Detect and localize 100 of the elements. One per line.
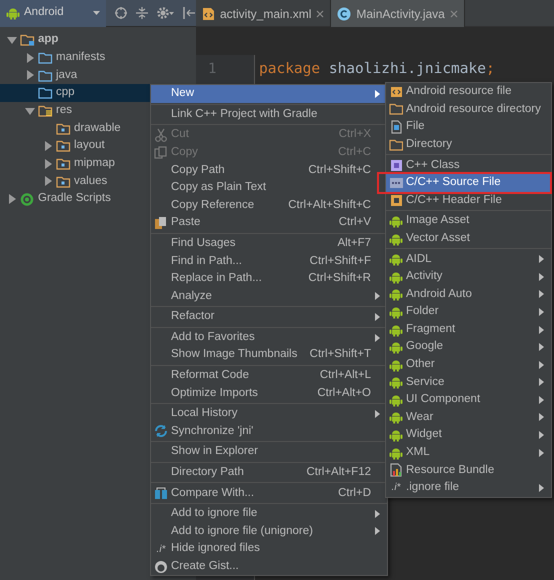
module-folder-icon (20, 33, 35, 46)
menu-item[interactable]: Optimize Imports Ctrl+Alt+O (151, 384, 387, 402)
resource-folder-icon (38, 104, 53, 118)
menu-item[interactable]: Add to ignore file (unignore) (151, 522, 387, 540)
resource-file-icon (389, 84, 403, 99)
xml-file-icon (202, 6, 215, 20)
menu-item[interactable]: Paste Ctrl+V (151, 214, 387, 232)
android-icon (6, 6, 20, 20)
menu-item[interactable]: Image Asset (386, 212, 551, 230)
code-line: package shaolizhi.jnicmake; (259, 61, 495, 77)
compare-icon (154, 486, 168, 500)
menu-item[interactable]: Local History (151, 405, 387, 423)
resource-folder-icon (56, 174, 71, 188)
collapsed-arrow-icon[interactable] (42, 140, 54, 152)
menu-item[interactable]: Widget (386, 426, 551, 444)
file-icon (389, 120, 403, 134)
menu-item[interactable]: Refactor (151, 308, 387, 326)
menu-item[interactable]: Activity (386, 268, 551, 286)
gradle-icon (20, 192, 35, 206)
android-icon (389, 270, 403, 284)
collapsed-arrow-icon[interactable] (42, 175, 54, 188)
menu-item[interactable]: Show Image Thumbnails Ctrl+Shift+T (151, 346, 387, 364)
collapsed-arrow-icon[interactable] (6, 193, 18, 206)
menu-item[interactable]: Android resource file (386, 83, 551, 101)
android-icon (389, 287, 403, 302)
collapsed-arrow-icon[interactable] (24, 52, 36, 64)
target-icon[interactable] (114, 6, 128, 20)
tree-item[interactable]: java (0, 66, 196, 84)
menu-item[interactable]: XML (386, 444, 551, 462)
android-icon (389, 304, 403, 319)
resource-folder-icon (56, 157, 71, 170)
menu-item[interactable]: Find Usages Alt+F7 (151, 234, 387, 252)
menu-item[interactable]: .i* .ignore file (386, 479, 551, 497)
android-icon (389, 446, 403, 460)
menu-item[interactable]: AIDL (386, 250, 551, 268)
resource-bundle-icon (389, 463, 403, 478)
menu-item[interactable]: Android Auto (386, 286, 551, 304)
android-icon (389, 214, 403, 228)
menu-item[interactable]: Find in Path... Ctrl+Shift+F (151, 252, 387, 270)
menu-item[interactable]: New (151, 85, 387, 103)
menu-item[interactable]: Resource Bundle (386, 461, 551, 480)
menu-item[interactable]: Copy as Plain Text (151, 178, 387, 197)
class-icon (389, 158, 403, 172)
menu-item[interactable]: Copy Path Ctrl+Shift+C (151, 161, 387, 179)
menu-item[interactable]: UI Component (386, 391, 551, 409)
menu-item[interactable]: Analyze (151, 288, 387, 306)
android-icon (389, 392, 403, 407)
menu-item[interactable]: Create Gist... (151, 558, 387, 576)
collapsed-arrow-icon[interactable] (42, 158, 54, 170)
clipboard-icon (154, 216, 168, 230)
menu-item[interactable]: Reformat Code Ctrl+Alt+L (151, 366, 387, 384)
header-file-icon (389, 193, 403, 208)
copy-icon (154, 146, 168, 160)
menu-item[interactable]: File (386, 118, 551, 136)
ignore-prefix: .i* (156, 542, 166, 557)
collapsed-arrow-icon[interactable] (24, 69, 36, 82)
hide-panel-icon[interactable] (182, 6, 196, 20)
menu-item[interactable]: Show in Explorer (151, 443, 387, 461)
tree-item[interactable]: app (0, 31, 196, 49)
menu-item[interactable]: Compare With... Ctrl+D (151, 484, 387, 502)
menu-item[interactable]: Add to ignore file (151, 505, 387, 523)
folder-icon (389, 138, 403, 152)
android-icon (389, 252, 403, 266)
resource-folder-icon (56, 122, 71, 135)
menu-item[interactable]: Directory (386, 136, 551, 154)
android-icon (389, 232, 403, 246)
view-dropdown[interactable]: Android (0, 0, 106, 26)
menu-item[interactable]: C++ Class (386, 156, 551, 174)
menu-item[interactable]: Android resource directory (386, 100, 551, 118)
menu-item[interactable]: C/C++ Header File (386, 192, 551, 210)
folder-icon (38, 51, 53, 64)
menu-item[interactable]: Service (386, 374, 551, 392)
menu-item[interactable]: Link C++ Project with Gradle (151, 106, 387, 124)
close-icon (316, 10, 324, 18)
menu-item[interactable]: Wear (386, 408, 551, 426)
resource-folder-icon (56, 139, 71, 152)
menu-item[interactable]: Vector Asset (386, 230, 551, 248)
android-icon (389, 375, 403, 390)
tree-item[interactable]: manifests (0, 48, 196, 66)
menu-item[interactable]: .i* Hide ignored files (151, 540, 387, 558)
gear-icon[interactable] (156, 6, 174, 20)
folder-icon (38, 68, 53, 82)
menu-item[interactable]: Synchronize 'jni' (151, 422, 387, 440)
collapse-icon[interactable] (136, 6, 148, 20)
menu-item[interactable]: Directory Path Ctrl+Alt+F12 (151, 464, 387, 482)
android-icon (389, 322, 403, 337)
android-icon (389, 340, 403, 354)
class-icon (337, 6, 352, 20)
menu-item[interactable]: Add to Favorites (151, 328, 387, 346)
menu-item[interactable]: Other (386, 356, 551, 374)
menu-item[interactable]: Copy Reference Ctrl+Alt+Shift+C (151, 196, 387, 214)
menu-item[interactable]: Folder (386, 303, 551, 321)
menu-item[interactable]: Replace in Path... Ctrl+Shift+R (151, 270, 387, 288)
scissors-icon (154, 128, 168, 142)
folder-icon (38, 86, 53, 100)
android-icon (389, 410, 403, 424)
menu-item[interactable]: Google (386, 338, 551, 356)
ignore-prefix: .i* (392, 481, 400, 496)
editor-tab[interactable]: MainActivity.java (331, 0, 465, 27)
menu-item[interactable]: Fragment (386, 320, 551, 338)
